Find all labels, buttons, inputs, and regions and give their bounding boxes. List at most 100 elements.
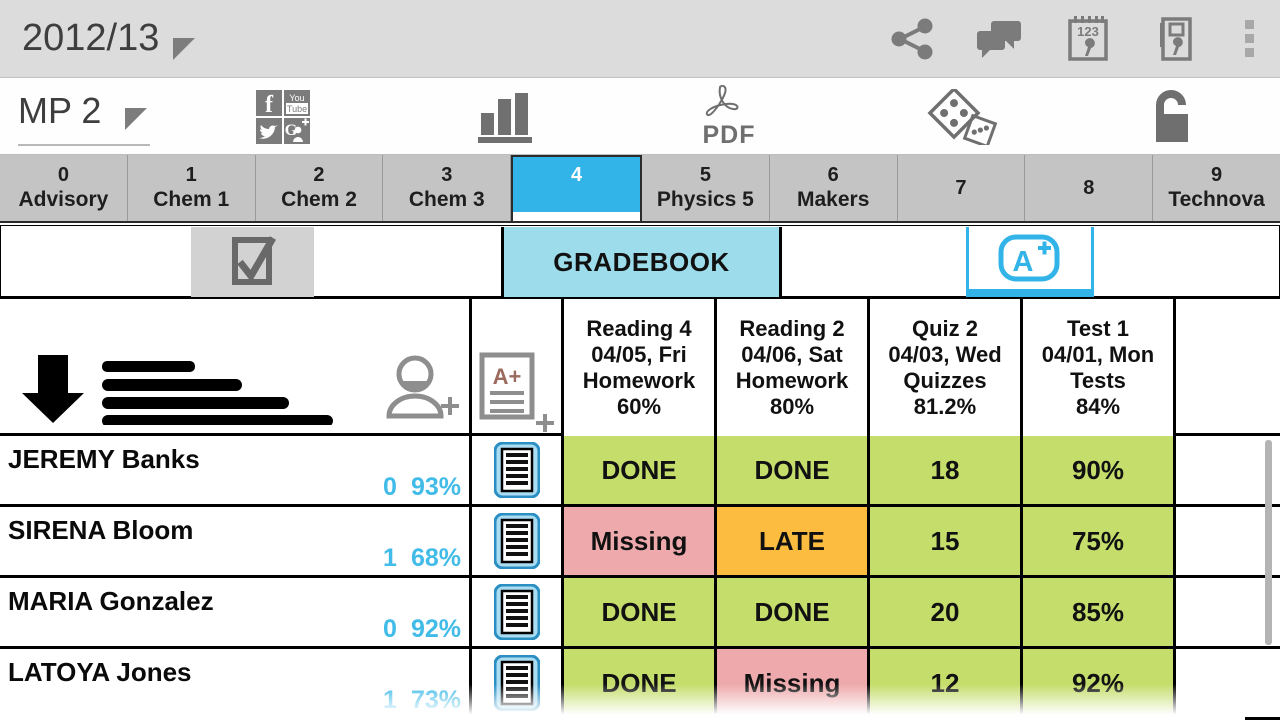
marking-period-selector[interactable]: MP 2 [18,90,148,132]
grade-cell[interactable]: DONE [717,578,870,646]
class-tab-7[interactable]: 7 [898,155,1026,221]
student-report-cell[interactable] [472,436,564,504]
student-row[interactable]: LATOYA Jones 1 73% DONE Missing 12 92% [0,649,1280,720]
class-tab-0[interactable]: 0 Advisory [0,155,128,221]
triangle-down-icon[interactable] [173,38,196,60]
grade-cell[interactable]: 90% [1023,436,1176,504]
assignment-date: 04/01, Mon [1041,341,1155,367]
assignment-average: 60% [616,393,662,419]
messages-icon[interactable] [956,0,1044,78]
header-empty-space [1176,299,1280,433]
class-tab-strip: 0 Advisory 1 Chem 1 2 Chem 2 3 Chem 3 4 5 Physics … [0,155,1280,223]
assignment-column-header[interactable]: Test 1 04/01, Mon Tests 84% [1023,299,1176,436]
svg-text:123: 123 [1077,24,1099,39]
vertical-scrollbar[interactable] [1265,440,1272,645]
student-report-icon [493,655,540,711]
class-tab-2[interactable]: 2 Chem 2 [256,155,384,221]
year-selector[interactable]: 2012/13 [0,17,196,60]
grade-cell[interactable]: 20 [870,578,1023,646]
bar-chart-icon[interactable] [470,78,542,155]
add-assignment-column-header[interactable]: A+ [472,299,564,433]
class-tab-name: Technova [1168,188,1265,211]
class-tab-8[interactable]: 8 [1025,155,1154,221]
student-average: 68% [410,544,461,572]
grade-cell[interactable]: 15 [870,507,1023,575]
grade-cell[interactable]: Missing [717,649,870,717]
student-name-cell[interactable]: MARIA Gonzalez 0 92% [0,578,472,646]
calendar-settings-icon[interactable]: 123 [1044,0,1132,78]
student-stats: 1 73% [383,686,461,715]
class-tab-5[interactable]: 5 Physics 5 [642,155,770,221]
student-missing-count: 0 [383,473,397,501]
assignment-category: Homework [582,367,696,393]
class-tab-4[interactable]: 4 [511,155,642,221]
grade-cell[interactable]: 85% [1023,578,1176,646]
assignment-title: Reading 4 [586,315,692,341]
assignment-column-header[interactable]: Quiz 2 04/03, Wed Quizzes 81.2% [870,299,1023,436]
grade-cell[interactable]: DONE [564,436,717,504]
class-tab-name: Physics 5 [656,188,754,211]
facebook-icon[interactable]: f [256,89,282,118]
social-share-icon[interactable]: f You Tube G [252,78,314,155]
add-assignment-icon: A+ [479,352,554,432]
grade-cell[interactable]: Missing [564,507,717,575]
share-icon[interactable] [868,0,956,78]
class-tab-3[interactable]: 3 Chem 3 [383,155,512,221]
down-arrow-icon [22,355,84,423]
class-tab-6[interactable]: 6 Makers [770,155,898,221]
add-person-icon[interactable] [385,352,461,427]
grade-cell[interactable]: 92% [1023,649,1176,717]
student-name-cell[interactable]: JEREMY Banks 0 93% [0,436,472,504]
student-name-cell[interactable]: SIRENA Bloom 1 68% [0,507,472,575]
googleplus-icon[interactable]: G [284,117,310,144]
tab-grades[interactable]: A [966,227,1094,297]
student-stats: 0 93% [383,473,461,502]
device-settings-icon[interactable] [1132,0,1220,78]
svg-text:A+: A+ [492,364,521,389]
gradebook-grid[interactable]: A+ Reading 4 04/05, Fri Homework 60% Reading… [0,299,1280,720]
class-tab-9[interactable]: 9 Technova [1153,155,1280,221]
marking-period-label: MP 2 [18,90,102,131]
grade-cell[interactable]: DONE [564,649,717,717]
assignment-title: Reading 2 [739,315,845,341]
header-icon-group: 123 [868,0,1280,78]
grade-cell[interactable]: DONE [564,578,717,646]
pdf-icon[interactable]: PDF [690,78,768,155]
class-tab-number: 2 [313,164,325,186]
class-tab-number: 9 [1211,164,1223,186]
name-column-header[interactable] [0,299,472,433]
grade-cell[interactable]: 18 [870,436,1023,504]
checkbox-checked-icon [231,236,276,285]
overflow-menu-icon[interactable] [1220,0,1280,78]
student-name-cell[interactable]: LATOYA Jones 1 73% [0,649,472,717]
student-row[interactable]: MARIA Gonzalez 0 92% DONE DONE 20 85% [0,578,1280,649]
twitter-icon[interactable] [256,117,282,144]
grade-cell[interactable]: 75% [1023,507,1176,575]
youtube-icon[interactable]: You Tube [284,89,310,116]
student-name: JEREMY Banks [8,444,200,474]
student-missing-count: 1 [383,686,397,714]
class-tab-number: 0 [57,164,69,186]
assignment-column-header[interactable]: Reading 2 04/06, Sat Homework 80% [717,299,870,436]
grade-cell[interactable]: DONE [717,436,870,504]
class-tab-name: Chem 3 [408,188,485,211]
class-tab-1[interactable]: 1 Chem 1 [128,155,256,221]
assignment-column-header[interactable]: Reading 4 04/05, Fri Homework 60% [564,299,717,436]
student-name: LATOYA Jones [8,657,192,687]
student-report-cell[interactable] [472,578,564,646]
student-report-cell[interactable] [472,649,564,717]
class-tab-number: 7 [955,177,967,199]
dice-icon[interactable] [912,78,1012,155]
section-tab-bar: GRADEBOOK A [0,225,1280,299]
grade-cell[interactable]: LATE [717,507,870,575]
unlocked-padlock-icon[interactable] [1130,78,1210,155]
student-report-cell[interactable] [472,507,564,575]
assignment-average: 80% [769,393,815,419]
tab-gradebook[interactable]: GRADEBOOK [501,227,782,297]
student-row[interactable]: SIRENA Bloom 1 68% Missing LATE 15 75% [0,507,1280,578]
class-tab-number: 1 [185,164,197,186]
tab-attendance[interactable] [191,227,314,297]
grade-cell[interactable]: 12 [870,649,1023,717]
triangle-down-icon[interactable] [125,108,148,130]
student-row[interactable]: JEREMY Banks 0 93% DONE DONE 18 90% [0,436,1280,507]
